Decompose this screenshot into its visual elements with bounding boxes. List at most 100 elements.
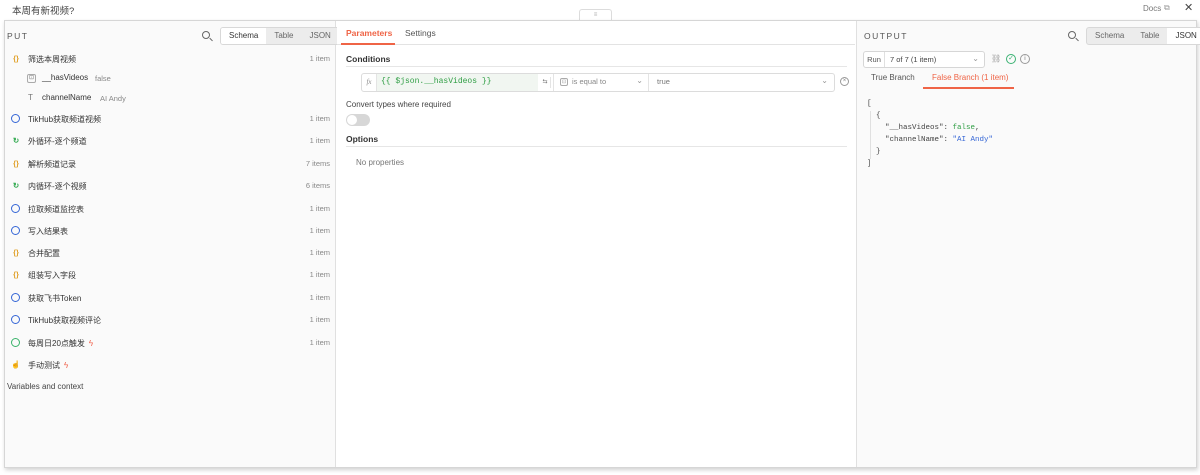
node-count: 1 item xyxy=(309,270,330,279)
chevron-down-icon: ⌄ xyxy=(636,76,643,85)
input-view-tabs: Schema Table JSON xyxy=(220,27,340,45)
options-title: Options xyxy=(346,134,379,144)
remove-condition-icon[interactable]: × xyxy=(840,77,849,86)
close-icon[interactable]: ✕ xyxy=(1184,1,1193,14)
right-value-select[interactable]: true xyxy=(657,77,670,86)
active-branch-underline xyxy=(923,87,1014,89)
node-count: 1 item xyxy=(309,54,330,63)
convert-types-label: Convert types where required xyxy=(346,100,451,109)
node-row[interactable]: {} 筛选本周视频 1 item xyxy=(5,51,336,71)
conditions-title: Conditions xyxy=(346,54,391,64)
convert-types-toggle[interactable] xyxy=(346,114,370,126)
divider xyxy=(346,146,847,147)
clock-icon xyxy=(11,338,20,347)
no-properties-text: No properties xyxy=(356,158,405,167)
schema-field[interactable]: T channelName AI Andy xyxy=(5,91,336,109)
globe-icon xyxy=(11,315,20,324)
search-icon[interactable] xyxy=(1067,30,1079,42)
link-icon[interactable]: ⛓ xyxy=(991,54,1001,64)
chevron-down-icon[interactable]: ⌄ xyxy=(821,76,828,85)
node-row[interactable]: {} 合并配置 1 item xyxy=(5,245,336,265)
node-count: 1 item xyxy=(309,226,330,235)
output-panel: OUTPUT Schema Table JSON Run 7 of 7 (1 i… xyxy=(856,21,1200,467)
node-count: 1 item xyxy=(309,248,330,257)
toggle-knob xyxy=(347,115,357,125)
node-label: TikHub获取频道视频 xyxy=(28,115,102,124)
node-title[interactable]: 本周有新视频? xyxy=(12,3,74,17)
node-row[interactable]: {} 组装写入字段 1 item xyxy=(5,267,336,287)
node-count: 7 items xyxy=(305,159,330,168)
search-icon[interactable] xyxy=(201,30,213,42)
globe-icon xyxy=(11,226,20,235)
tab-parameters[interactable]: Parameters xyxy=(346,28,392,38)
node-label: TikHub获取视频评论 xyxy=(28,316,102,325)
string-type-icon: T xyxy=(28,93,33,102)
trigger-bolt-icon: ϟ xyxy=(64,361,69,370)
field-value: false xyxy=(95,74,111,83)
run-label: Run xyxy=(864,52,885,67)
field-name[interactable]: __hasVideos xyxy=(42,73,88,82)
node-row[interactable]: 写入结果表 1 item xyxy=(5,223,336,243)
node-label: 拉取频道监控表 xyxy=(28,205,84,214)
tab-schema[interactable]: Schema xyxy=(221,28,267,44)
node-label-text: 手动测试 xyxy=(28,361,60,370)
type-toggle-icon[interactable]: ⇆ xyxy=(540,77,551,88)
json-brace: } xyxy=(876,148,881,156)
loop-icon: ↻ xyxy=(12,181,20,190)
docs-link[interactable]: Docs xyxy=(1143,4,1161,13)
tab-table[interactable]: Table xyxy=(1132,28,1167,44)
active-tab-underline xyxy=(341,43,395,45)
success-check-icon: ✓ xyxy=(1006,54,1016,64)
tab-json[interactable]: JSON xyxy=(301,28,338,44)
node-count: 1 item xyxy=(309,136,330,145)
json-value: false xyxy=(952,124,976,132)
tab-schema[interactable]: Schema xyxy=(1087,28,1132,44)
node-row[interactable]: ↻ 内循环-逐个视频 6 items xyxy=(5,178,336,198)
node-row[interactable]: TikHub获取视频评论 1 item xyxy=(5,312,336,332)
node-label: 组装写入字段 xyxy=(28,271,76,280)
node-row[interactable]: {} 解析频道记录 7 items xyxy=(5,156,336,176)
tab-true-branch[interactable]: True Branch xyxy=(871,73,915,82)
node-row[interactable]: 每周日20点触发 ϟ 1 item xyxy=(5,335,336,355)
boolean-type-icon: ⊡ xyxy=(27,74,36,83)
node-count: 1 item xyxy=(309,114,330,123)
schema-field[interactable]: ⊡ __hasVideos false xyxy=(5,71,336,89)
node-row[interactable]: TikHub获取频道视频 1 item xyxy=(5,111,336,131)
trigger-bolt-icon: ϟ xyxy=(88,339,94,348)
output-view-tabs: Schema Table JSON xyxy=(1086,27,1200,45)
node-count: 6 items xyxy=(305,181,330,190)
node-row[interactable]: ↻ 外循环-逐个频道 1 item xyxy=(5,133,336,153)
tab-table[interactable]: Table xyxy=(266,28,301,44)
node-row[interactable]: ☝ 手动测试 ϟ xyxy=(5,357,336,377)
tab-json[interactable]: JSON xyxy=(1167,28,1200,44)
node-count: 1 item xyxy=(309,338,330,347)
field-value: AI Andy xyxy=(100,94,126,103)
info-icon[interactable]: i xyxy=(1020,54,1030,64)
object-braces-icon: {} xyxy=(13,159,19,168)
left-value-expression[interactable]: {{ $json.__hasVideos }} xyxy=(381,77,491,86)
json-bracket: ] xyxy=(867,160,872,168)
node-count: 1 item xyxy=(309,315,330,324)
node-label: 筛选本周视频 xyxy=(28,55,76,64)
variables-and-context[interactable]: Variables and context xyxy=(7,382,83,391)
field-name[interactable]: channelName xyxy=(42,93,91,102)
operator-value: is equal to xyxy=(572,77,607,86)
input-panel-header: PUT xyxy=(7,31,29,41)
node-label: 手动测试 ϟ xyxy=(28,360,68,371)
tab-false-branch[interactable]: False Branch (1 item) xyxy=(932,73,1008,82)
condition-row: fx {{ $json.__hasVideos }} ⇆ ⊡ is equal … xyxy=(361,73,835,92)
tab-settings[interactable]: Settings xyxy=(405,28,436,38)
object-braces-icon: {} xyxy=(13,270,19,279)
run-selection: 7 of 7 (1 item) xyxy=(890,55,937,64)
node-count: 1 item xyxy=(309,204,330,213)
json-brace: { xyxy=(876,112,881,120)
run-selector[interactable]: Run 7 of 7 (1 item) ⌄ xyxy=(863,51,985,68)
node-row[interactable]: 拉取频道监控表 1 item xyxy=(5,201,336,221)
output-panel-header: OUTPUT xyxy=(864,31,908,41)
node-row[interactable]: 获取飞书Token 1 item xyxy=(5,290,336,310)
json-output: [ { "__hasVideos": false, "channelName":… xyxy=(867,100,994,168)
external-link-icon[interactable]: ⧉ xyxy=(1164,3,1170,13)
operator-select[interactable]: ⊡ is equal to ⌄ xyxy=(553,74,649,91)
cursor-icon: ☝ xyxy=(11,360,21,369)
object-braces-icon: {} xyxy=(13,248,19,257)
